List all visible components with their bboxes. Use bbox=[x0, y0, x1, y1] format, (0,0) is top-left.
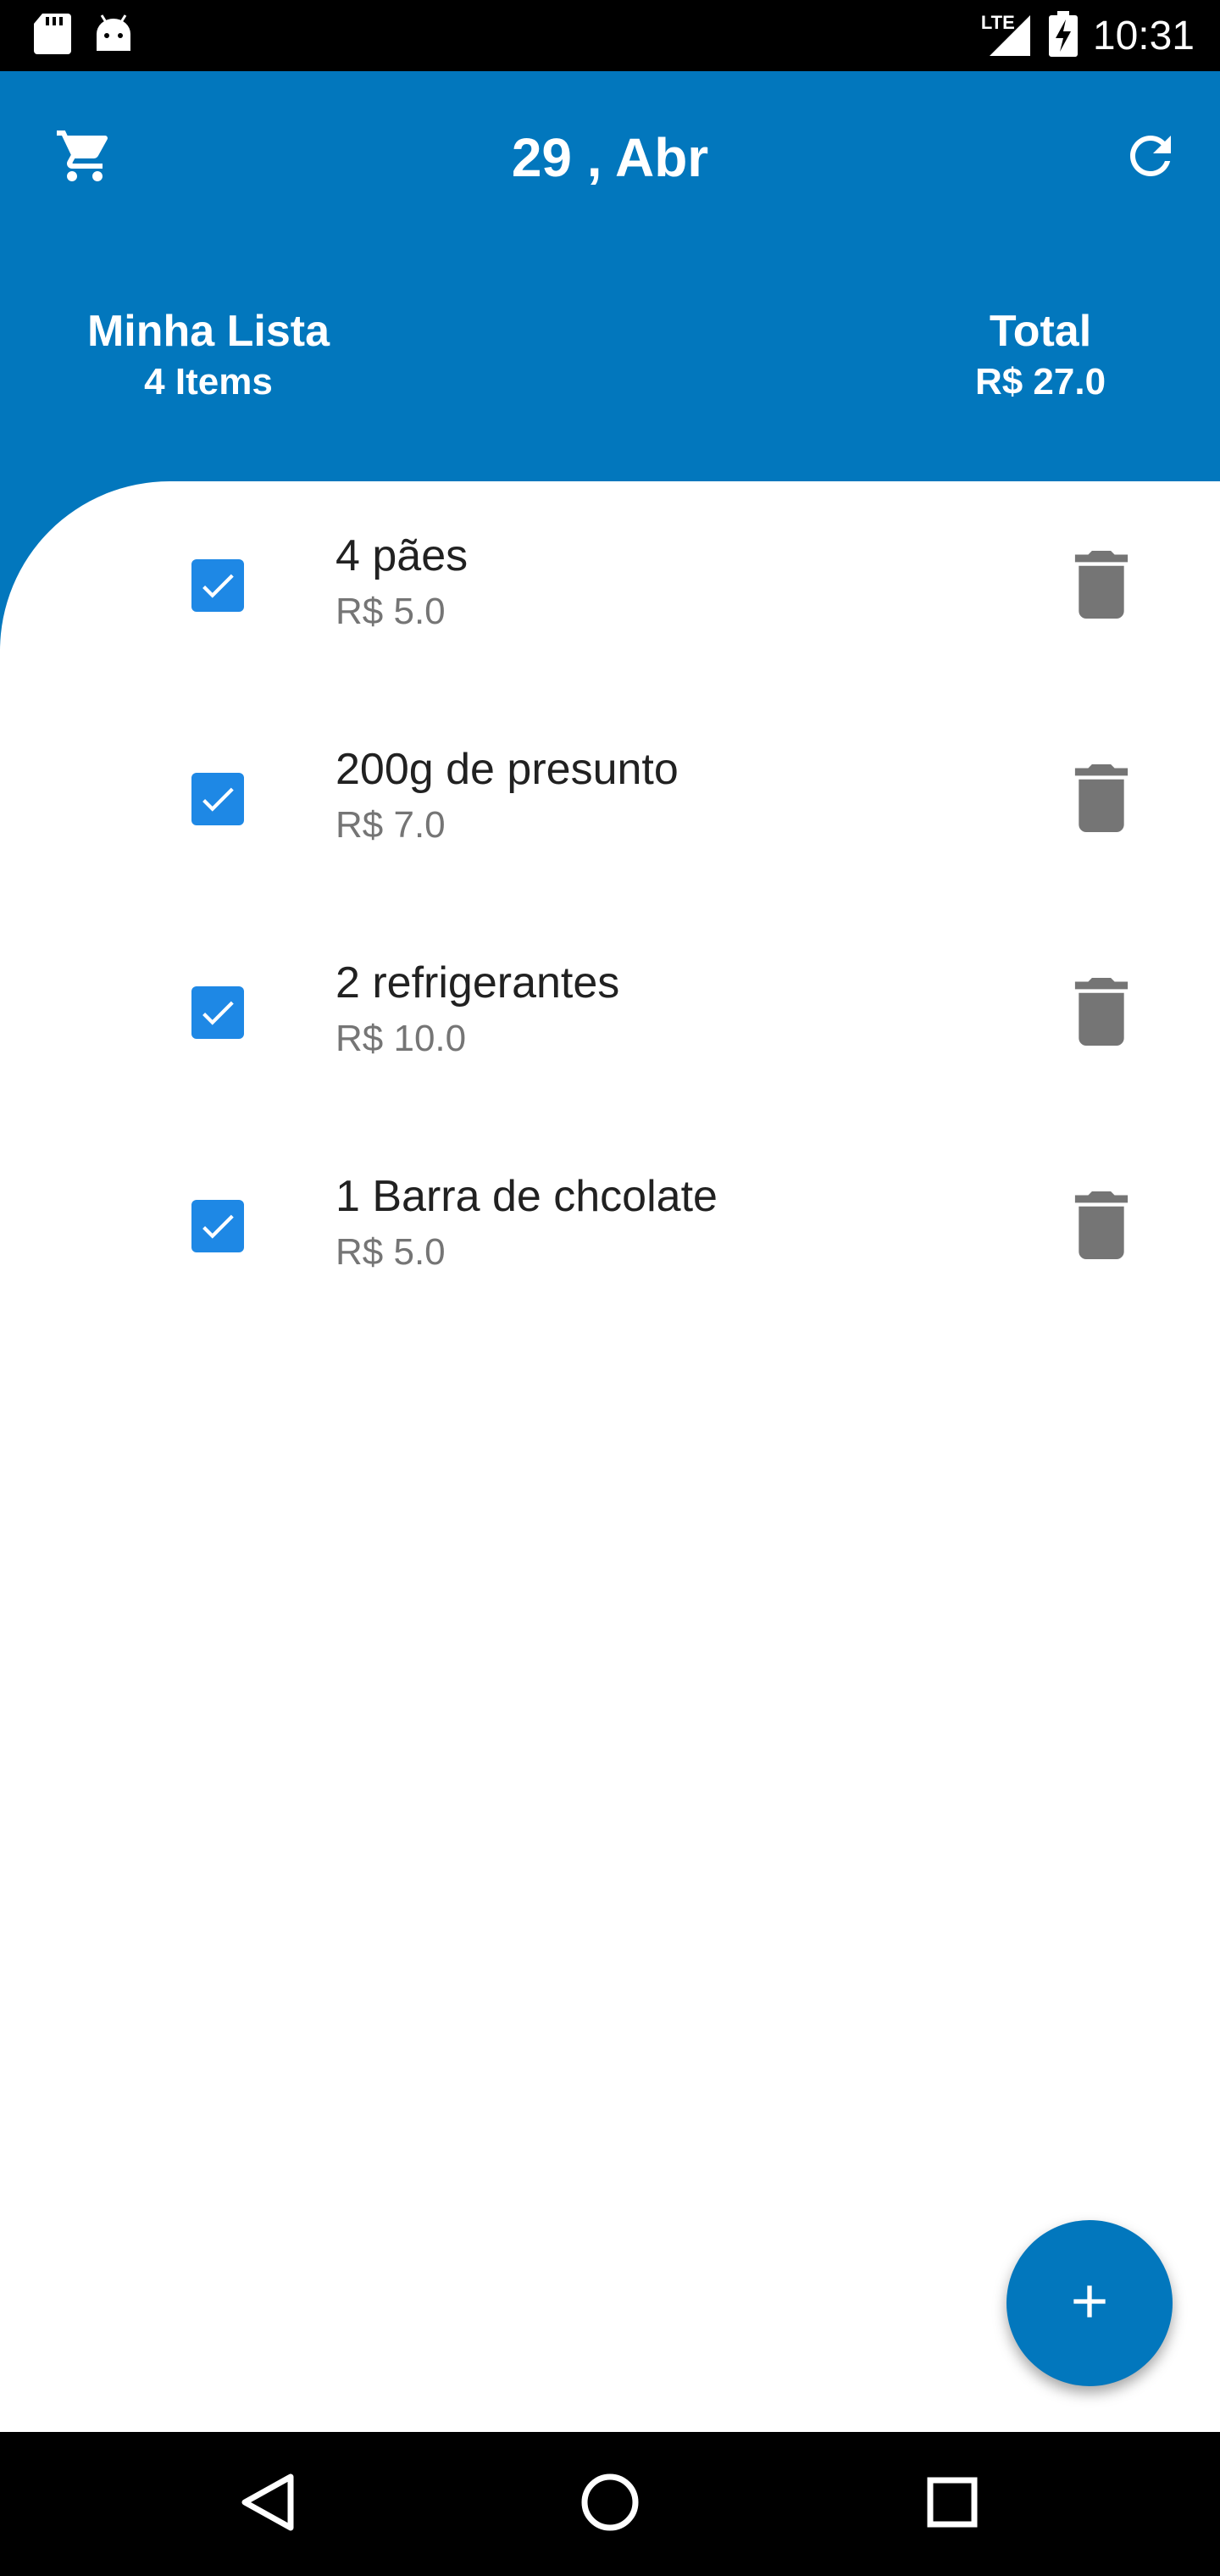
item-checkbox[interactable] bbox=[191, 559, 244, 612]
item-checkbox[interactable] bbox=[191, 1200, 244, 1252]
app-header: 29 , Abr Minha Lista 4 Items Total R$ 27… bbox=[0, 71, 1220, 481]
network-type: LTE bbox=[980, 12, 1015, 33]
item-name: 1 Barra de chcolate bbox=[336, 1172, 718, 1221]
total-label: Total bbox=[989, 307, 1092, 356]
plus-icon bbox=[1062, 2274, 1117, 2333]
home-button[interactable] bbox=[568, 2462, 652, 2546]
trash-icon bbox=[1071, 550, 1132, 623]
list-item[interactable]: 2 refrigerantes R$ 10.0 bbox=[0, 908, 1220, 1122]
item-checkbox[interactable] bbox=[191, 773, 244, 825]
item-name: 200g de presunto bbox=[336, 745, 679, 794]
add-item-button[interactable] bbox=[1006, 2220, 1173, 2386]
item-count: 4 Items bbox=[144, 361, 273, 402]
delete-button[interactable] bbox=[1071, 550, 1132, 623]
delete-button[interactable] bbox=[1071, 1191, 1132, 1263]
shopping-list: 4 pães R$ 5.0 200g de presunto R$ 7.0 2 … bbox=[0, 481, 1220, 2432]
list-name: Minha Lista bbox=[86, 307, 330, 356]
status-time: 10:31 bbox=[1092, 13, 1195, 58]
list-item[interactable]: 200g de presunto R$ 7.0 bbox=[0, 695, 1220, 908]
item-name: 4 pães bbox=[336, 531, 469, 580]
item-checkbox[interactable] bbox=[191, 986, 244, 1039]
list-item[interactable]: 4 pães R$ 5.0 bbox=[0, 481, 1220, 695]
system-nav-bar bbox=[0, 2432, 1220, 2576]
back-icon bbox=[238, 2472, 297, 2537]
trash-icon bbox=[1071, 1191, 1132, 1263]
recents-icon bbox=[925, 2475, 979, 2534]
item-price: R$ 10.0 bbox=[336, 1018, 467, 1059]
item-price: R$ 5.0 bbox=[336, 591, 446, 632]
list-item[interactable]: 1 Barra de chcolate R$ 5.0 bbox=[0, 1122, 1220, 1335]
trash-icon bbox=[1071, 977, 1132, 1050]
delete-button[interactable] bbox=[1071, 977, 1132, 1050]
signal-icon: LTE bbox=[981, 12, 1034, 59]
back-button[interactable] bbox=[225, 2462, 310, 2546]
item-price: R$ 5.0 bbox=[336, 1231, 446, 1273]
refresh-icon bbox=[1120, 125, 1181, 191]
home-icon bbox=[580, 2472, 640, 2537]
battery-charging-icon bbox=[1048, 10, 1078, 61]
item-price: R$ 7.0 bbox=[336, 804, 446, 846]
delete-button[interactable] bbox=[1071, 763, 1132, 836]
page-title: 29 , Abr bbox=[511, 127, 709, 188]
status-bar: LTE 10:31 bbox=[0, 0, 1220, 71]
refresh-button[interactable] bbox=[1115, 122, 1186, 193]
total-value: R$ 27.0 bbox=[974, 361, 1106, 402]
item-name: 2 refrigerantes bbox=[336, 958, 620, 1008]
recents-button[interactable] bbox=[910, 2462, 995, 2546]
list-summary: Minha Lista 4 Items bbox=[85, 305, 332, 407]
total-summary: Total R$ 27.0 bbox=[956, 305, 1125, 407]
sd-card-icon bbox=[34, 14, 71, 58]
android-icon bbox=[93, 14, 134, 58]
trash-icon bbox=[1071, 763, 1132, 836]
